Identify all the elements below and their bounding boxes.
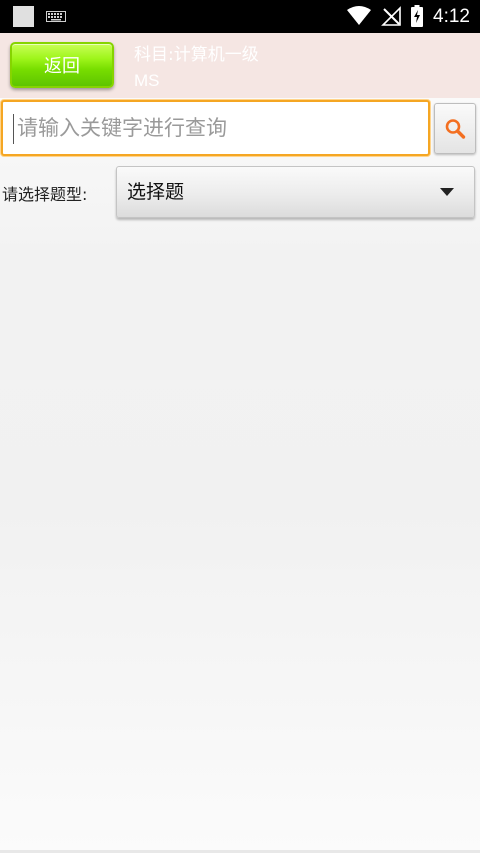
dropdown-arrow-icon bbox=[440, 188, 454, 196]
signal-off-icon bbox=[381, 6, 401, 26]
keyboard-icon bbox=[46, 11, 66, 22]
question-type-value: 选择题 bbox=[127, 181, 185, 203]
subject-subtitle: MS bbox=[134, 71, 160, 90]
app-screen: 4:12 返回 科目:计算机一级 MS 请选择题型: 选择题 bbox=[0, 0, 480, 853]
header: 返回 科目:计算机一级 MS bbox=[0, 33, 480, 98]
subject-title: 科目:计算机一级 bbox=[134, 45, 259, 65]
search-icon bbox=[445, 118, 466, 139]
search-input[interactable] bbox=[1, 100, 430, 156]
battery-charging-icon bbox=[411, 5, 423, 27]
status-bar: 4:12 bbox=[0, 0, 480, 33]
back-button[interactable]: 返回 bbox=[10, 42, 114, 88]
wifi-icon bbox=[347, 6, 371, 25]
status-time: 4:12 bbox=[433, 6, 470, 27]
question-type-select[interactable]: 选择题 bbox=[116, 166, 475, 218]
app-notification-icon bbox=[13, 6, 34, 27]
question-type-label: 请选择题型: bbox=[2, 185, 88, 204]
text-cursor bbox=[13, 114, 14, 144]
search-button[interactable] bbox=[434, 103, 476, 154]
